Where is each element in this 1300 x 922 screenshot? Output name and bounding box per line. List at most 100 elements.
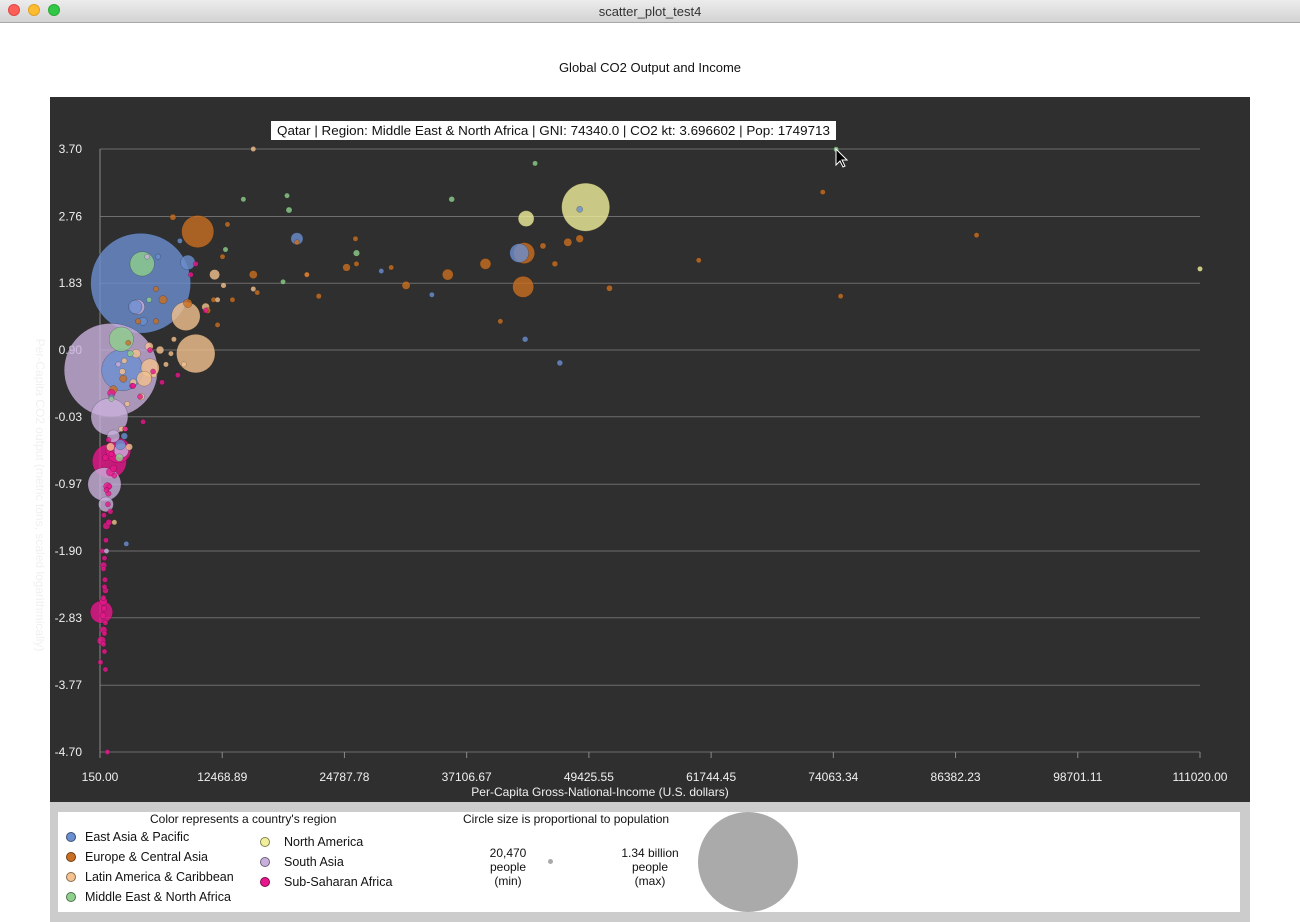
data-point[interactable] <box>111 472 118 479</box>
data-point[interactable] <box>147 347 153 353</box>
data-point[interactable] <box>97 659 104 666</box>
data-point[interactable] <box>146 296 152 303</box>
data-point[interactable] <box>248 270 258 279</box>
data-point[interactable] <box>695 257 702 264</box>
data-point[interactable] <box>125 443 133 451</box>
data-point[interactable] <box>102 619 109 626</box>
data-point[interactable] <box>135 318 142 325</box>
scatter-chart[interactable]: Global CO2 Output and Income 3.70 2.76 1.83… <box>0 22 1300 802</box>
data-point[interactable] <box>401 281 411 290</box>
data-point[interactable] <box>561 182 610 232</box>
data-point[interactable] <box>101 576 108 583</box>
data-point[interactable] <box>136 370 152 387</box>
data-point[interactable] <box>181 215 215 248</box>
data-point[interactable] <box>180 361 187 368</box>
data-point[interactable] <box>119 368 126 375</box>
data-point[interactable] <box>180 254 196 271</box>
data-point[interactable] <box>140 418 147 425</box>
data-point[interactable] <box>100 594 107 601</box>
data-point[interactable] <box>125 339 132 346</box>
data-point[interactable] <box>229 296 236 303</box>
data-point[interactable] <box>150 368 156 375</box>
data-point[interactable] <box>973 232 980 238</box>
data-point[interactable] <box>153 318 160 325</box>
data-point[interactable] <box>285 206 293 214</box>
data-point[interactable] <box>129 251 155 277</box>
data-point[interactable] <box>219 253 226 260</box>
data-point[interactable] <box>101 584 108 590</box>
data-point[interactable] <box>220 282 227 289</box>
data-point[interactable] <box>103 487 110 493</box>
data-point[interactable] <box>119 374 128 383</box>
data-point[interactable] <box>158 295 168 305</box>
data-point[interactable] <box>102 666 109 673</box>
data-point[interactable] <box>522 336 529 343</box>
data-point[interactable] <box>353 261 360 267</box>
data-point[interactable] <box>315 293 322 300</box>
data-point[interactable] <box>222 246 229 253</box>
data-point[interactable] <box>107 508 114 515</box>
data-point[interactable] <box>168 350 174 357</box>
data-point[interactable] <box>497 318 504 325</box>
data-point[interactable] <box>837 293 844 300</box>
data-point[interactable] <box>284 192 290 199</box>
data-point[interactable] <box>101 555 108 562</box>
data-point[interactable] <box>532 160 538 167</box>
data-point[interactable] <box>121 357 128 364</box>
data-point[interactable] <box>388 264 395 271</box>
data-point[interactable] <box>563 237 573 247</box>
data-point[interactable] <box>183 298 193 308</box>
data-point[interactable] <box>177 238 183 244</box>
data-point[interactable] <box>240 196 247 203</box>
data-point[interactable] <box>137 393 144 400</box>
data-point[interactable] <box>353 249 360 257</box>
data-point[interactable] <box>551 260 559 268</box>
data-point[interactable] <box>163 361 169 368</box>
data-point[interactable] <box>606 284 613 292</box>
data-point[interactable] <box>250 286 257 292</box>
data-point[interactable] <box>123 540 130 547</box>
data-point[interactable] <box>105 518 113 526</box>
data-point[interactable] <box>105 501 111 508</box>
data-point[interactable] <box>99 612 107 619</box>
data-point[interactable] <box>155 345 165 355</box>
data-point[interactable] <box>100 566 107 572</box>
data-point[interactable] <box>250 146 257 152</box>
data-point[interactable] <box>539 242 547 250</box>
data-point[interactable] <box>108 395 115 402</box>
data-point[interactable] <box>103 537 109 544</box>
data-point[interactable] <box>214 296 221 303</box>
data-point[interactable] <box>352 235 359 242</box>
data-point[interactable] <box>124 400 131 407</box>
data-point[interactable] <box>509 243 529 263</box>
data-point[interactable] <box>111 519 118 526</box>
data-point[interactable] <box>556 359 564 367</box>
data-point[interactable] <box>517 210 535 227</box>
data-point[interactable] <box>102 454 109 461</box>
data-point[interactable] <box>104 749 111 755</box>
data-point[interactable] <box>108 451 115 457</box>
data-point[interactable] <box>512 275 534 298</box>
data-point[interactable] <box>576 205 584 213</box>
data-point[interactable] <box>819 189 826 195</box>
data-point[interactable] <box>214 322 221 328</box>
data-point[interactable] <box>109 464 117 473</box>
data-point[interactable] <box>106 442 115 452</box>
data-point[interactable] <box>224 221 231 228</box>
data-point[interactable] <box>103 548 110 554</box>
data-point[interactable] <box>101 630 108 637</box>
data-point[interactable] <box>159 379 165 386</box>
data-point[interactable] <box>378 268 385 274</box>
data-point[interactable] <box>448 196 455 203</box>
data-point[interactable] <box>202 307 209 314</box>
data-point[interactable] <box>114 439 126 451</box>
data-point[interactable] <box>105 436 112 443</box>
data-point[interactable] <box>442 268 454 281</box>
data-point[interactable] <box>120 432 128 440</box>
data-point[interactable] <box>144 253 150 260</box>
data-point[interactable] <box>128 299 143 315</box>
data-point[interactable] <box>101 648 108 655</box>
data-point[interactable] <box>101 512 107 518</box>
data-point[interactable] <box>100 641 107 648</box>
data-point[interactable] <box>153 286 159 292</box>
